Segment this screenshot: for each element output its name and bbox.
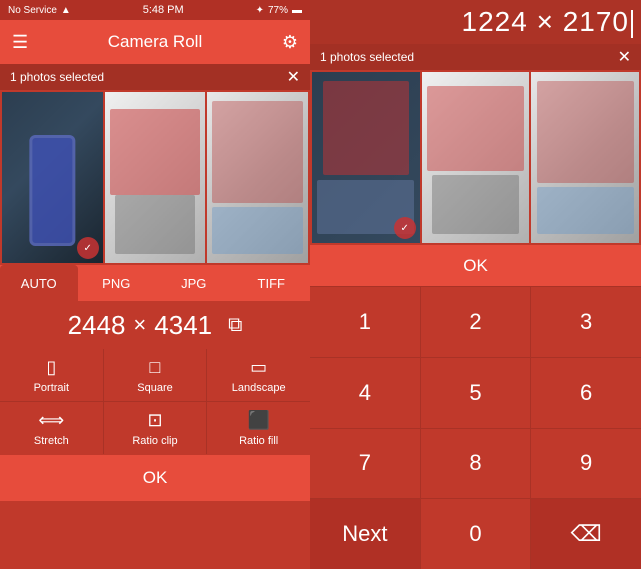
right-dimension-bar: 1224 × 2170 <box>310 0 641 44</box>
left-ok-button[interactable]: OK <box>0 455 310 501</box>
numpad-key-9[interactable]: 9 <box>531 429 641 499</box>
layout-grid: ▯ Portrait □ Square ▭ Landscape ⟺ Stretc… <box>0 349 310 454</box>
right-photo-grid: ✓ <box>310 70 641 245</box>
left-dimension-row: 2448 × 4341 ⧉ <box>0 301 310 349</box>
copy-icon[interactable]: ⧉ <box>228 314 242 337</box>
portrait-icon: ▯ <box>46 357 56 378</box>
numpad: OK 1 2 3 4 5 6 7 8 9 Next 0 ⌫ <box>310 245 641 569</box>
numpad-key-1[interactable]: 1 <box>310 287 420 357</box>
time-display: 5:48 PM <box>143 4 184 16</box>
stretch-label: Stretch <box>34 435 69 447</box>
left-photos-selected-bar: 1 photos selected ✕ <box>0 64 310 90</box>
ratio-clip-button[interactable]: ⊡ Ratio clip <box>104 402 207 454</box>
right-ok-button[interactable]: OK <box>310 245 641 287</box>
right-photos-selected-bar: 1 photos selected ✕ <box>310 44 641 70</box>
format-tab-auto[interactable]: AUTO <box>0 265 78 301</box>
photo-thumb-1[interactable]: ✓ <box>2 92 103 263</box>
right-photos-selected-text: 1 photos selected <box>320 50 414 64</box>
square-icon: □ <box>150 357 161 378</box>
numpad-key-2[interactable]: 2 <box>421 287 531 357</box>
format-tab-tiff[interactable]: TIFF <box>233 265 311 301</box>
ratio-clip-icon: ⊡ <box>147 410 162 431</box>
right-selected-badge: ✓ <box>394 217 416 239</box>
right-photo-thumb-2[interactable] <box>422 72 530 243</box>
left-photos-close-icon[interactable]: ✕ <box>287 67 300 87</box>
left-panel: No Service ▲ 5:48 PM ✦ 77% ▬ ☰ Camera Ro… <box>0 0 310 569</box>
text-cursor <box>631 10 633 38</box>
right-dimension-display: 1224 × 2170 <box>462 6 634 38</box>
square-label: Square <box>137 382 172 394</box>
format-tabs: AUTO PNG JPG TIFF <box>0 265 310 301</box>
right-panel: 1224 × 2170 1 photos selected ✕ ✓ <box>310 0 641 569</box>
left-width-value: 2448 <box>68 310 126 341</box>
camera-roll-title: Camera Roll <box>108 32 202 52</box>
numpad-key-4[interactable]: 4 <box>310 358 420 428</box>
bluetooth-icon: ✦ <box>256 5 264 16</box>
selected-badge-1: ✓ <box>77 237 99 259</box>
landscape-label: Landscape <box>232 382 286 394</box>
landscape-button[interactable]: ▭ Landscape <box>207 349 310 401</box>
left-times-icon: × <box>133 312 146 338</box>
numpad-backspace-button[interactable]: ⌫ <box>531 499 641 569</box>
format-tab-png[interactable]: PNG <box>78 265 156 301</box>
battery-icon: ▬ <box>292 5 302 16</box>
right-photo-thumb-3[interactable] <box>531 72 639 243</box>
format-tab-jpg[interactable]: JPG <box>155 265 233 301</box>
status-bar-left: No Service ▲ 5:48 PM ✦ 77% ▬ <box>0 0 310 20</box>
numpad-key-8[interactable]: 8 <box>421 429 531 499</box>
stretch-button[interactable]: ⟺ Stretch <box>0 402 103 454</box>
numpad-key-5[interactable]: 5 <box>421 358 531 428</box>
square-button[interactable]: □ Square <box>104 349 207 401</box>
ratio-fill-label: Ratio fill <box>239 435 278 447</box>
right-photos-close-icon[interactable]: ✕ <box>618 47 631 67</box>
portrait-button[interactable]: ▯ Portrait <box>0 349 103 401</box>
ratio-fill-icon: ⬛ <box>247 410 269 431</box>
carrier-text: No Service <box>8 5 57 16</box>
numpad-next-button[interactable]: Next <box>310 499 420 569</box>
left-photo-grid: ✓ <box>0 90 310 265</box>
numpad-key-7[interactable]: 7 <box>310 429 420 499</box>
battery-text: 77% <box>268 5 288 16</box>
ratio-fill-button[interactable]: ⬛ Ratio fill <box>207 402 310 454</box>
left-photos-selected-text: 1 photos selected <box>10 70 104 84</box>
numpad-grid: 1 2 3 4 5 6 7 8 9 Next 0 ⌫ <box>310 287 641 569</box>
numpad-key-6[interactable]: 6 <box>531 358 641 428</box>
left-height-value: 4341 <box>154 310 212 341</box>
numpad-key-3[interactable]: 3 <box>531 287 641 357</box>
photo-thumb-3[interactable] <box>207 92 308 263</box>
hamburger-menu-icon[interactable]: ☰ <box>12 32 28 53</box>
wifi-icon: ▲ <box>61 5 71 16</box>
status-bar-right-info: ✦ 77% ▬ <box>256 5 302 16</box>
settings-gear-icon[interactable]: ⚙ <box>282 32 298 53</box>
left-header: ☰ Camera Roll ⚙ <box>0 20 310 64</box>
ratio-clip-label: Ratio clip <box>132 435 177 447</box>
status-bar-left-info: No Service ▲ <box>8 5 71 16</box>
portrait-label: Portrait <box>34 382 69 394</box>
right-photo-thumb-1[interactable]: ✓ <box>312 72 420 243</box>
landscape-icon: ▭ <box>250 357 267 378</box>
right-dim-text: 1224 × 2170 <box>462 6 630 37</box>
stretch-icon: ⟺ <box>38 410 64 431</box>
photo-thumb-2[interactable] <box>105 92 206 263</box>
numpad-key-0[interactable]: 0 <box>421 499 531 569</box>
